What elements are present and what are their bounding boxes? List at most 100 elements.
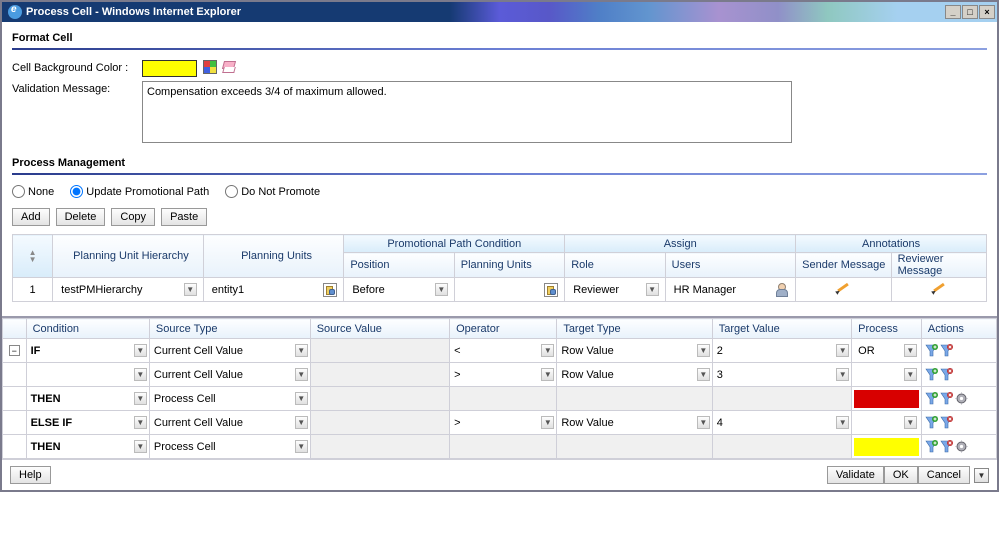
chevron-down-icon[interactable]: ▼ — [836, 416, 849, 429]
remove-filter-icon[interactable] — [940, 368, 953, 381]
col-position[interactable]: Position — [344, 253, 454, 278]
process-color-swatch[interactable] — [854, 438, 919, 456]
chevron-down-icon[interactable]: ▼ — [541, 368, 554, 381]
remove-filter-icon[interactable] — [940, 392, 953, 405]
eraser-icon[interactable] — [223, 60, 235, 74]
target-value-dropdown[interactable]: 3▼ — [713, 368, 851, 381]
source-type-dropdown[interactable]: Process Cell▼ — [150, 392, 310, 405]
process-dropdown[interactable]: OR▼ — [854, 344, 919, 357]
process-color-swatch[interactable] — [854, 390, 919, 408]
maximize-button[interactable]: □ — [962, 5, 978, 19]
paste-button[interactable]: Paste — [161, 208, 207, 226]
validation-msg-input[interactable] — [142, 81, 792, 143]
col-source-value[interactable]: Source Value — [310, 319, 449, 339]
gear-icon[interactable] — [955, 440, 968, 453]
condition-dropdown[interactable]: THEN▼ — [27, 392, 149, 405]
chevron-down-icon[interactable]: ▼ — [541, 416, 554, 429]
planning-units-2-select[interactable] — [459, 283, 560, 297]
rule-row[interactable]: − IF▼ Current Cell Value▼ <▼ Row Value▼ … — [3, 339, 997, 363]
chevron-down-icon[interactable]: ▼ — [836, 368, 849, 381]
source-value-cell[interactable] — [310, 363, 449, 387]
target-value-dropdown[interactable]: 4▼ — [713, 416, 851, 429]
col-target-type[interactable]: Target Type — [557, 319, 712, 339]
remove-filter-icon[interactable] — [940, 416, 953, 429]
col-process[interactable]: Process — [852, 319, 922, 339]
chevron-down-icon[interactable]: ▼ — [134, 416, 147, 429]
col-source-type[interactable]: Source Type — [149, 319, 310, 339]
col-role[interactable]: Role — [565, 253, 665, 278]
condition-dropdown[interactable]: IF▼ — [27, 344, 149, 357]
chevron-down-icon[interactable]: ▼ — [134, 440, 147, 453]
source-value-cell[interactable] — [310, 411, 449, 435]
close-button[interactable]: × — [979, 5, 995, 19]
scroll-down-icon[interactable]: ▼ — [974, 468, 989, 483]
process-dropdown[interactable]: ▼ — [854, 368, 919, 381]
add-filter-icon[interactable] — [925, 440, 938, 453]
col-planning-units-2[interactable]: Planning Units — [454, 253, 564, 278]
chevron-down-icon[interactable]: ▼ — [184, 283, 197, 296]
chevron-down-icon[interactable]: ▼ — [697, 368, 710, 381]
delete-button[interactable]: Delete — [56, 208, 106, 226]
add-filter-icon[interactable] — [925, 392, 938, 405]
source-value-cell[interactable] — [310, 339, 449, 363]
chevron-down-icon[interactable]: ▼ — [904, 344, 917, 357]
operator-dropdown[interactable]: <▼ — [450, 344, 556, 357]
ok-button[interactable]: OK — [884, 466, 918, 484]
help-button[interactable]: Help — [10, 466, 51, 484]
pencil-icon[interactable] — [932, 281, 946, 295]
chevron-down-icon[interactable]: ▼ — [904, 416, 917, 429]
validate-button[interactable]: Validate — [827, 466, 884, 484]
add-filter-icon[interactable] — [925, 416, 938, 429]
sort-arrows-icon[interactable]: ▲▼ — [13, 249, 52, 263]
role-dropdown[interactable]: Reviewer▼ — [569, 283, 660, 296]
col-condition[interactable]: Condition — [26, 319, 149, 339]
col-sender-msg[interactable]: Sender Message — [796, 253, 891, 278]
target-type-dropdown[interactable]: Row Value▼ — [557, 416, 711, 429]
chevron-down-icon[interactable]: ▼ — [295, 416, 308, 429]
col-reviewer-msg[interactable]: Reviewer Message — [891, 253, 986, 278]
condition-dropdown[interactable]: THEN▼ — [27, 440, 149, 453]
source-type-dropdown[interactable]: Process Cell▼ — [150, 440, 310, 453]
copy-button[interactable]: Copy — [111, 208, 155, 226]
rule-row[interactable]: ▼ Current Cell Value▼ >▼ Row Value▼ 3▼ ▼ — [3, 363, 997, 387]
condition-dropdown[interactable]: ▼ — [27, 368, 149, 381]
radio-update-path[interactable]: Update Promotional Path — [70, 185, 209, 198]
chevron-down-icon[interactable]: ▼ — [697, 416, 710, 429]
source-type-dropdown[interactable]: Current Cell Value▼ — [150, 368, 310, 381]
expander-icon[interactable]: − — [9, 345, 20, 356]
process-dropdown[interactable]: ▼ — [854, 416, 919, 429]
minimize-button[interactable]: _ — [945, 5, 961, 19]
radio-do-not-promote[interactable]: Do Not Promote — [225, 185, 320, 198]
add-button[interactable]: Add — [12, 208, 50, 226]
palette-icon[interactable] — [203, 60, 217, 74]
col-target-value[interactable]: Target Value — [712, 319, 851, 339]
table-row[interactable]: 1 testPMHierarchy▼ entity1 Before▼ Revie… — [13, 278, 987, 302]
chevron-down-icon[interactable]: ▼ — [134, 344, 147, 357]
user-icon[interactable] — [775, 283, 789, 297]
chevron-down-icon[interactable]: ▼ — [541, 344, 554, 357]
rule-row[interactable]: THEN▼ Process Cell▼ — [3, 435, 997, 459]
gear-icon[interactable] — [955, 392, 968, 405]
col-users[interactable]: Users — [665, 253, 796, 278]
chevron-down-icon[interactable]: ▼ — [295, 344, 308, 357]
chevron-down-icon[interactable]: ▼ — [904, 368, 917, 381]
operator-dropdown[interactable]: >▼ — [450, 368, 556, 381]
remove-filter-icon[interactable] — [940, 344, 953, 357]
col-planning-units[interactable]: Planning Units — [203, 235, 344, 278]
add-filter-icon[interactable] — [925, 368, 938, 381]
target-type-dropdown[interactable]: Row Value▼ — [557, 368, 711, 381]
col-actions[interactable]: Actions — [921, 319, 996, 339]
bg-color-swatch[interactable] — [142, 60, 197, 77]
planning-units-select[interactable]: entity1 — [208, 283, 340, 297]
chevron-down-icon[interactable]: ▼ — [836, 344, 849, 357]
pencil-icon[interactable] — [836, 281, 850, 295]
source-type-dropdown[interactable]: Current Cell Value▼ — [150, 344, 310, 357]
source-type-dropdown[interactable]: Current Cell Value▼ — [150, 416, 310, 429]
position-dropdown[interactable]: Before▼ — [348, 283, 449, 296]
target-type-dropdown[interactable]: Row Value▼ — [557, 344, 711, 357]
chevron-down-icon[interactable]: ▼ — [646, 283, 659, 296]
chevron-down-icon[interactable]: ▼ — [134, 368, 147, 381]
chevron-down-icon[interactable]: ▼ — [295, 392, 308, 405]
add-filter-icon[interactable] — [925, 344, 938, 357]
col-operator[interactable]: Operator — [450, 319, 557, 339]
